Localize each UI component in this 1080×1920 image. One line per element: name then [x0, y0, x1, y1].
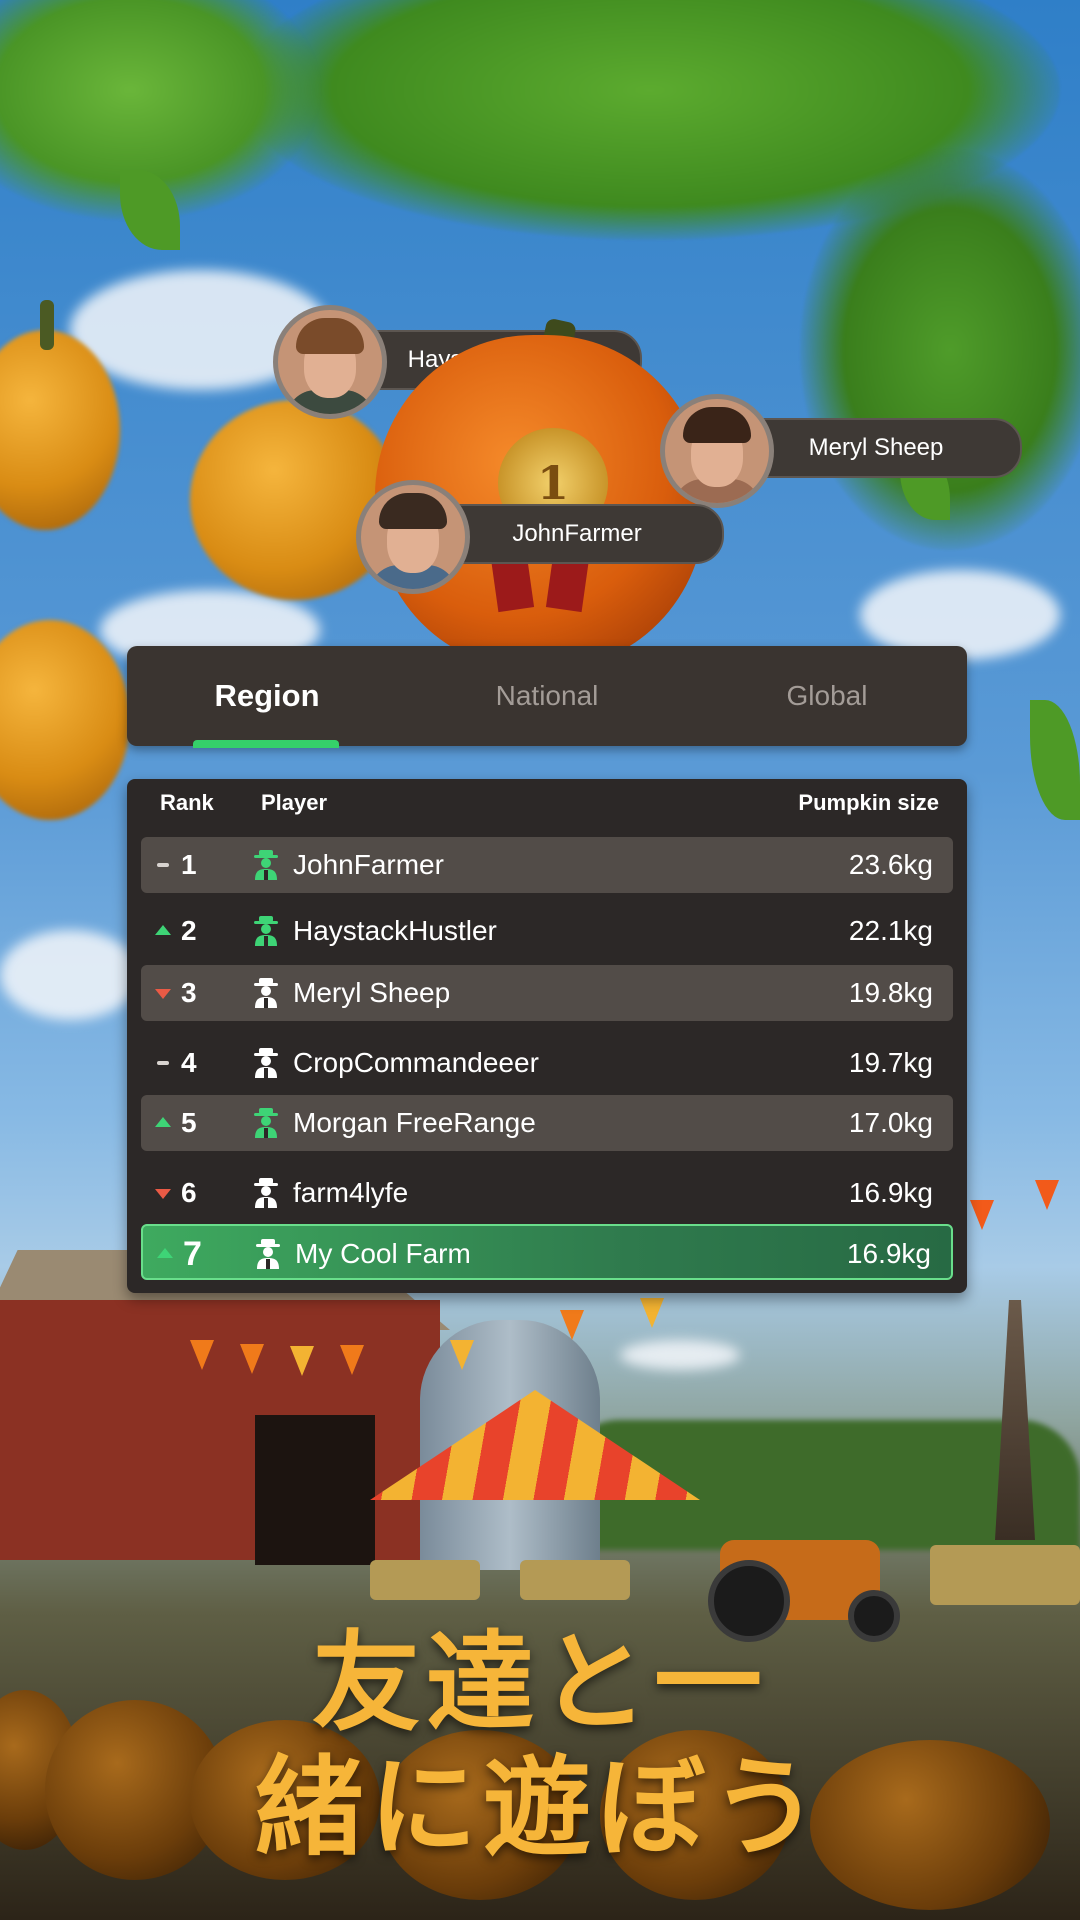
- header-rank: Rank: [160, 790, 214, 815]
- leaf: [1030, 700, 1080, 820]
- headline-line-2: 緒に遊ぼう: [254, 1746, 825, 1871]
- cloud: [620, 1340, 740, 1370]
- leaderboard-table: Rank Player Pumpkin size 1 JohnFarmer 23.6…: [127, 779, 967, 1293]
- hay-bale: [930, 1545, 1080, 1605]
- pumpkin-size: 19.8kg: [848, 977, 933, 1008]
- table-header: Rank Player Pumpkin size: [127, 779, 967, 827]
- table-row[interactable]: 6 farm4lyfe 16.9kg: [141, 1165, 953, 1221]
- farmer-icon: [254, 1108, 278, 1138]
- player-name: Morgan FreeRange: [293, 1107, 536, 1138]
- avatar-third[interactable]: [660, 394, 774, 508]
- rank-number: 7: [183, 1235, 202, 1273]
- pumpkin-size: 16.9kg: [848, 1177, 933, 1208]
- trend-up-icon: [157, 1226, 173, 1282]
- trend-same-icon: [155, 837, 171, 893]
- player-name: JohnFarmer: [293, 849, 444, 880]
- bunting-flag: [560, 1310, 584, 1340]
- trend-up-icon: [155, 1095, 171, 1151]
- trend-down-icon: [155, 1165, 171, 1221]
- player-name: CropCommandeeer: [293, 1047, 539, 1078]
- table-row[interactable]: 3 Meryl Sheep 19.8kg: [141, 965, 953, 1021]
- bunting-flag: [640, 1298, 664, 1328]
- farmer-icon: [254, 1048, 278, 1078]
- farmer-icon: [254, 850, 278, 880]
- bunting-flag: [970, 1200, 994, 1230]
- pumpkin-size: 22.1kg: [848, 915, 933, 946]
- bunting-flag: [190, 1340, 214, 1370]
- tab-national[interactable]: National: [407, 646, 687, 746]
- table-row-current-player[interactable]: 7 My Cool Farm 16.9kg: [141, 1224, 953, 1280]
- player-name: My Cool Farm: [295, 1238, 471, 1269]
- bunting-flag: [450, 1340, 474, 1370]
- farmer-icon: [254, 978, 278, 1008]
- header-size: Pumpkin size: [798, 790, 939, 815]
- pumpkin-size: 23.6kg: [848, 849, 933, 880]
- bunting-flag: [340, 1345, 364, 1375]
- trend-same-icon: [155, 1035, 171, 1091]
- avatar-first[interactable]: [356, 480, 470, 594]
- active-tab-indicator: [193, 740, 339, 748]
- hay-bale: [520, 1560, 630, 1600]
- player-name: farm4lyfe: [293, 1177, 409, 1208]
- avatar-second[interactable]: [273, 305, 387, 419]
- rank-number: 5: [181, 1107, 197, 1138]
- table-row[interactable]: 2 HaystackHustler 22.1kg: [141, 903, 953, 959]
- floating-pumpkin: [0, 620, 130, 820]
- player-name: HaystackHustler: [293, 915, 497, 946]
- tab-region-label: Region: [214, 678, 320, 713]
- table-row[interactable]: 5 Morgan FreeRange 17.0kg: [141, 1095, 953, 1151]
- player-name: Meryl Sheep: [293, 977, 451, 1008]
- trend-up-icon: [155, 903, 171, 959]
- bunting-flag: [1035, 1180, 1059, 1210]
- cloud: [0, 930, 140, 1020]
- pumpkin-stem: [40, 300, 54, 350]
- bunting-flag: [240, 1344, 264, 1374]
- header-player: Player: [261, 790, 328, 815]
- farmer-icon: [254, 1178, 278, 1208]
- podium-name-first: JohnFarmer: [430, 504, 724, 564]
- headline-line-1: 友達と一: [311, 1621, 768, 1746]
- rank-number: 4: [181, 1047, 197, 1078]
- rank-number: 3: [181, 977, 197, 1008]
- tab-global[interactable]: Global: [687, 646, 967, 746]
- farmer-icon: [256, 1239, 280, 1269]
- farmer-icon: [254, 916, 278, 946]
- rank-number: 2: [181, 915, 197, 946]
- pumpkin-size: 19.7kg: [848, 1047, 933, 1078]
- rank-number: 6: [181, 1177, 197, 1208]
- tab-region[interactable]: Region: [127, 646, 407, 748]
- table-row[interactable]: 4 CropCommandeeer 19.7kg: [141, 1035, 953, 1091]
- table-row[interactable]: 1 JohnFarmer 23.6kg: [141, 837, 953, 893]
- leaderboard-tabs: Region National Global: [127, 646, 967, 748]
- bunting-flag: [290, 1346, 314, 1376]
- hay-bale: [370, 1560, 480, 1600]
- trend-down-icon: [155, 965, 171, 1021]
- pumpkin-size: 16.9kg: [846, 1238, 931, 1269]
- rank-number: 1: [181, 849, 197, 880]
- pumpkin-size: 17.0kg: [848, 1107, 933, 1138]
- barn-door: [255, 1415, 375, 1565]
